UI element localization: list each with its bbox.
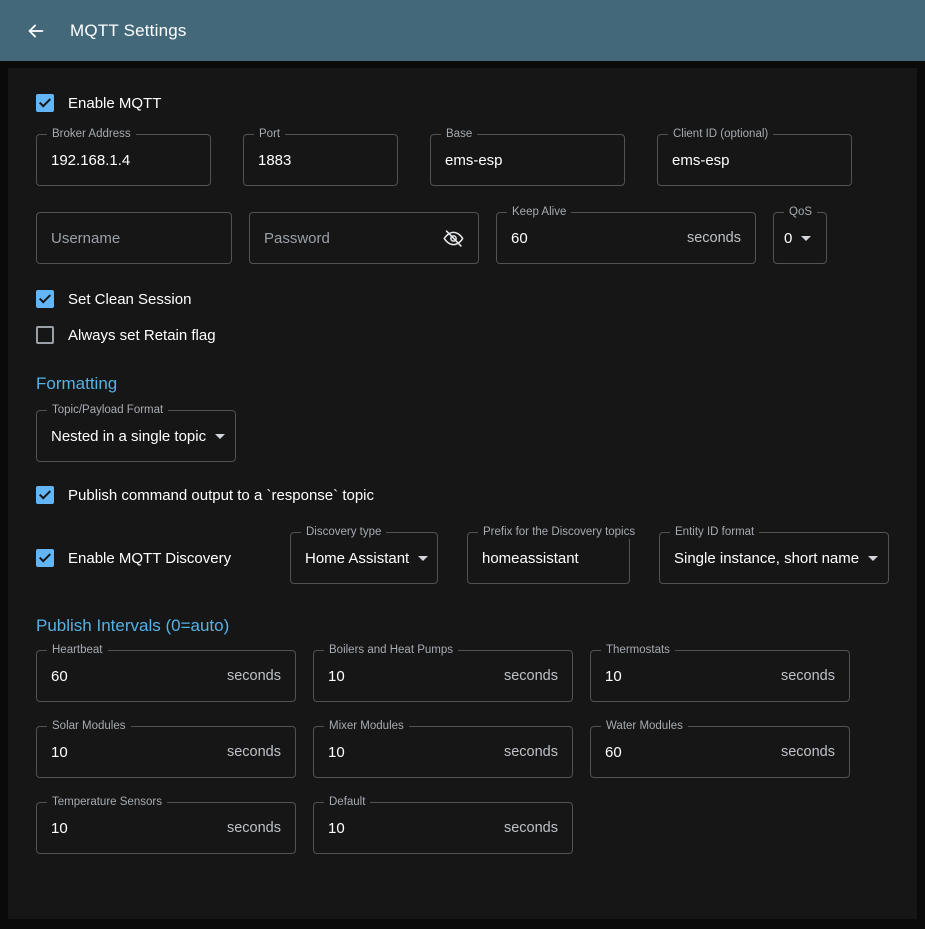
field-suffix: seconds (504, 668, 558, 684)
field-label: Prefix for the Discovery topics (478, 526, 640, 539)
field-label: Heartbeat (47, 644, 108, 657)
field-value: 60 (511, 230, 528, 247)
field-label: Temperature Sensors (47, 796, 167, 809)
field-label: Discovery type (301, 526, 386, 539)
keep-alive-field[interactable]: Keep Alive 60 seconds (496, 212, 756, 264)
temperature-sensors-interval-field[interactable]: Temperature Sensors 10 seconds (36, 802, 296, 854)
field-value: 10 (328, 668, 345, 685)
topic-payload-format-select[interactable]: Topic/Payload Format Nested in a single … (36, 410, 236, 462)
field-label: Mixer Modules (324, 720, 409, 733)
formatting-heading: Formatting (36, 374, 889, 394)
field-value: Home Assistant (305, 550, 409, 567)
field-value: Single instance, short name (674, 550, 859, 567)
base-field[interactable]: Base ems-esp (430, 134, 625, 186)
field-label: Keep Alive (507, 206, 571, 219)
clean-session-checkbox[interactable]: Set Clean Session (36, 290, 889, 308)
field-suffix: seconds (687, 230, 741, 246)
field-label: Thermostats (601, 644, 675, 657)
water-interval-field[interactable]: Water Modules 60 seconds (590, 726, 850, 778)
broker-address-field[interactable]: Broker Address 192.168.1.4 (36, 134, 211, 186)
enable-discovery-checkbox[interactable]: Enable MQTT Discovery (36, 549, 261, 567)
field-label: Broker Address (47, 128, 136, 141)
discovery-type-select[interactable]: Discovery type Home Assistant (290, 532, 438, 584)
field-label: Client ID (optional) (668, 128, 773, 141)
visibility-off-icon[interactable] (443, 228, 464, 249)
field-value: 10 (328, 820, 345, 837)
settings-panel: Enable MQTT Broker Address 192.168.1.4 P… (8, 68, 917, 919)
thermostats-interval-field[interactable]: Thermostats 10 seconds (590, 650, 850, 702)
field-label: Base (441, 128, 477, 141)
publish-response-checkbox[interactable]: Publish command output to a `response` t… (36, 486, 889, 504)
mixer-interval-field[interactable]: Mixer Modules 10 seconds (313, 726, 573, 778)
field-placeholder: Password (264, 230, 330, 247)
checkbox-icon[interactable] (36, 486, 54, 504)
publish-intervals-heading: Publish Intervals (0=auto) (36, 616, 889, 636)
checkbox-label: Always set Retain flag (68, 327, 216, 344)
retain-flag-checkbox[interactable]: Always set Retain flag (36, 326, 889, 344)
field-suffix: seconds (504, 744, 558, 760)
field-suffix: seconds (227, 668, 281, 684)
discovery-prefix-field[interactable]: Prefix for the Discovery topics homeassi… (467, 532, 630, 584)
field-label: Port (254, 128, 285, 141)
field-suffix: seconds (227, 744, 281, 760)
username-field[interactable]: Username (36, 212, 232, 264)
checkbox-label: Publish command output to a `response` t… (68, 487, 374, 504)
field-value: 192.168.1.4 (51, 152, 130, 169)
field-value: 10 (328, 744, 345, 761)
checkbox-icon[interactable] (36, 290, 54, 308)
field-value: 60 (51, 668, 68, 685)
chevron-down-icon (801, 236, 811, 241)
default-interval-field[interactable]: Default 10 seconds (313, 802, 573, 854)
port-field[interactable]: Port 1883 (243, 134, 398, 186)
chevron-down-icon (418, 556, 428, 561)
field-label: Boilers and Heat Pumps (324, 644, 458, 657)
field-value: 10 (51, 820, 68, 837)
solar-interval-field[interactable]: Solar Modules 10 seconds (36, 726, 296, 778)
checkbox-icon[interactable] (36, 326, 54, 344)
qos-select[interactable]: QoS 0 (773, 212, 827, 264)
field-suffix: seconds (781, 668, 835, 684)
back-button[interactable] (16, 11, 56, 51)
app-bar: MQTT Settings (0, 0, 925, 61)
chevron-down-icon (215, 434, 225, 439)
page-title: MQTT Settings (70, 21, 187, 41)
checkbox-icon[interactable] (36, 94, 54, 112)
password-field[interactable]: Password (249, 212, 479, 264)
field-value: 60 (605, 744, 622, 761)
field-value: Nested in a single topic (51, 428, 206, 445)
arrow-left-icon (25, 20, 47, 42)
enable-mqtt-checkbox[interactable]: Enable MQTT (36, 94, 889, 112)
field-label: QoS (784, 206, 817, 219)
checkbox-label: Set Clean Session (68, 291, 191, 308)
field-placeholder: Username (51, 230, 120, 247)
field-label: Entity ID format (670, 526, 759, 539)
checkbox-label: Enable MQTT Discovery (68, 550, 231, 567)
field-value: homeassistant (482, 550, 579, 567)
field-suffix: seconds (781, 744, 835, 760)
chevron-down-icon (868, 556, 878, 561)
field-value: ems-esp (672, 152, 730, 169)
client-id-field[interactable]: Client ID (optional) ems-esp (657, 134, 852, 186)
field-value: ems-esp (445, 152, 503, 169)
checkbox-label: Enable MQTT (68, 95, 161, 112)
heartbeat-interval-field[interactable]: Heartbeat 60 seconds (36, 650, 296, 702)
publish-intervals-grid: Heartbeat 60 seconds Boilers and Heat Pu… (36, 650, 889, 854)
field-label: Default (324, 796, 370, 809)
entity-id-format-select[interactable]: Entity ID format Single instance, short … (659, 532, 889, 584)
field-value: 1883 (258, 152, 291, 169)
boilers-interval-field[interactable]: Boilers and Heat Pumps 10 seconds (313, 650, 573, 702)
field-suffix: seconds (227, 820, 281, 836)
field-value: 0 (784, 230, 792, 247)
field-label: Water Modules (601, 720, 688, 733)
field-label: Solar Modules (47, 720, 131, 733)
checkbox-icon[interactable] (36, 549, 54, 567)
field-suffix: seconds (504, 820, 558, 836)
field-label: Topic/Payload Format (47, 404, 168, 417)
field-value: 10 (51, 744, 68, 761)
field-value: 10 (605, 668, 622, 685)
